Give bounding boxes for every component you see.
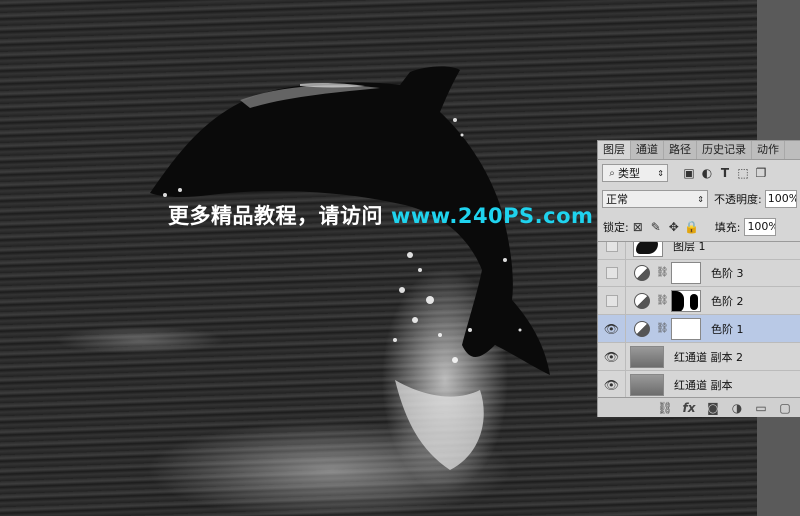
layer-row[interactable]: 👁 红通道 副本 2	[598, 343, 800, 371]
filter-pixel-icon[interactable]: ▣	[680, 164, 698, 182]
new-layer-icon[interactable]: ▢	[773, 399, 797, 417]
layer-list[interactable]: 图层 1 ⛓ 色阶 3 ⛓ 色阶 2 👁 ⛓ 色阶 1 👁 红通道 副本 2 👁…	[598, 241, 800, 399]
layer-row[interactable]: 👁 红通道 副本	[598, 371, 800, 399]
eye-icon: 👁	[603, 321, 620, 336]
filter-shape-icon[interactable]: ⬚	[734, 164, 752, 182]
lock-label: 锁定:	[603, 221, 629, 234]
link-icon[interactable]: ⛓	[656, 267, 669, 278]
visibility-toggle[interactable]: 👁	[598, 315, 626, 342]
fx-icon[interactable]: fx	[677, 399, 701, 417]
add-mask-icon[interactable]: ◙	[701, 399, 725, 417]
lock-transparent-icon[interactable]: ⊠	[629, 218, 647, 236]
layer-thumbnail	[630, 373, 664, 396]
blend-row: 正常 ⇕ 不透明度: 100%	[598, 188, 800, 210]
watermark-url: www.240PS.com	[391, 204, 594, 228]
link-icon[interactable]: ⛓	[656, 295, 669, 306]
layers-panel: 图层 通道 路径 历史记录 动作 ⌕ 类型 ⇕ ▣ ◐ T ⬚ ❐ 正常 ⇕ 不…	[597, 140, 800, 417]
filter-type-icon[interactable]: T	[716, 164, 734, 182]
chevron-updown-icon: ⇕	[657, 168, 664, 178]
visibility-toggle[interactable]	[598, 259, 626, 286]
layer-row-selected[interactable]: 👁 ⛓ 色阶 1	[598, 315, 800, 343]
watermark-text: 更多精品教程，请访问	[168, 204, 383, 228]
layer-mask-thumbnail[interactable]	[671, 261, 701, 284]
visibility-toggle[interactable]: 👁	[598, 343, 626, 370]
new-group-icon[interactable]: ▭	[749, 399, 773, 417]
lock-row: 锁定: ⊠ ✎ ✥ 🔒 填充: 100%	[598, 216, 800, 238]
lock-position-icon[interactable]: ✥	[665, 218, 683, 236]
eye-icon: 👁	[603, 349, 620, 364]
tab-actions[interactable]: 动作	[752, 141, 785, 159]
search-icon: ⌕	[609, 167, 615, 179]
layer-name: 图层 1	[673, 241, 706, 253]
layer-thumbnail	[633, 242, 663, 257]
layer-thumbnail	[630, 345, 664, 368]
visibility-off-icon	[605, 266, 618, 279]
levels-adjustment-icon	[634, 292, 650, 309]
layer-mask-thumbnail[interactable]	[671, 289, 701, 312]
blend-mode-select[interactable]: 正常 ⇕	[602, 190, 708, 208]
layer-name: 色阶 1	[711, 322, 744, 336]
layer-name: 色阶 3	[711, 266, 744, 280]
tab-history[interactable]: 历史记录	[697, 141, 752, 159]
watermark: 更多精品教程，请访问 www.240PS.com	[168, 200, 593, 230]
filter-adjustment-icon[interactable]: ◐	[698, 164, 716, 182]
layer-name: 色阶 2	[711, 294, 744, 308]
tab-paths[interactable]: 路径	[664, 141, 697, 159]
fill-input[interactable]: 100%	[744, 218, 777, 236]
panel-bottom-toolbar: ⛓ fx ◙ ◑ ▭ ▢	[598, 397, 800, 417]
layer-name: 红通道 副本 2	[674, 350, 743, 364]
layer-row[interactable]: ⛓ 色阶 3	[598, 259, 800, 287]
levels-adjustment-icon	[634, 320, 650, 337]
filter-kind-select[interactable]: ⌕ 类型 ⇕	[602, 164, 668, 182]
new-adjustment-icon[interactable]: ◑	[725, 399, 749, 417]
levels-adjustment-icon	[634, 264, 650, 281]
tab-channels[interactable]: 通道	[631, 141, 664, 159]
lock-image-icon[interactable]: ✎	[647, 218, 665, 236]
filter-kind-label: 类型	[618, 167, 640, 180]
filter-row: ⌕ 类型 ⇕ ▣ ◐ T ⬚ ❐	[598, 162, 800, 184]
opacity-label: 不透明度:	[714, 193, 762, 206]
visibility-toggle[interactable]	[598, 242, 626, 259]
visibility-toggle[interactable]	[598, 287, 626, 314]
visibility-off-icon	[605, 294, 618, 307]
chevron-updown-icon: ⇕	[697, 194, 704, 204]
panel-tabs: 图层 通道 路径 历史记录 动作	[598, 141, 800, 160]
eye-icon: 👁	[603, 377, 620, 392]
layer-row[interactable]: ⛓ 色阶 2	[598, 287, 800, 315]
link-icon[interactable]: ⛓	[656, 323, 669, 334]
filter-smart-object-icon[interactable]: ❐	[752, 164, 770, 182]
layer-name: 红通道 副本	[674, 378, 733, 392]
lock-all-icon[interactable]: 🔒	[683, 218, 701, 236]
blend-mode-value: 正常	[606, 193, 628, 206]
visibility-toggle[interactable]: 👁	[598, 371, 626, 398]
layer-mask-thumbnail[interactable]	[671, 317, 701, 340]
layer-row[interactable]: 图层 1	[598, 241, 800, 260]
fill-label: 填充:	[714, 221, 741, 234]
tab-layers[interactable]: 图层	[598, 141, 631, 159]
opacity-input[interactable]: 100%	[764, 190, 797, 208]
visibility-off-icon	[605, 242, 618, 252]
link-icon[interactable]: ⛓	[653, 399, 677, 417]
